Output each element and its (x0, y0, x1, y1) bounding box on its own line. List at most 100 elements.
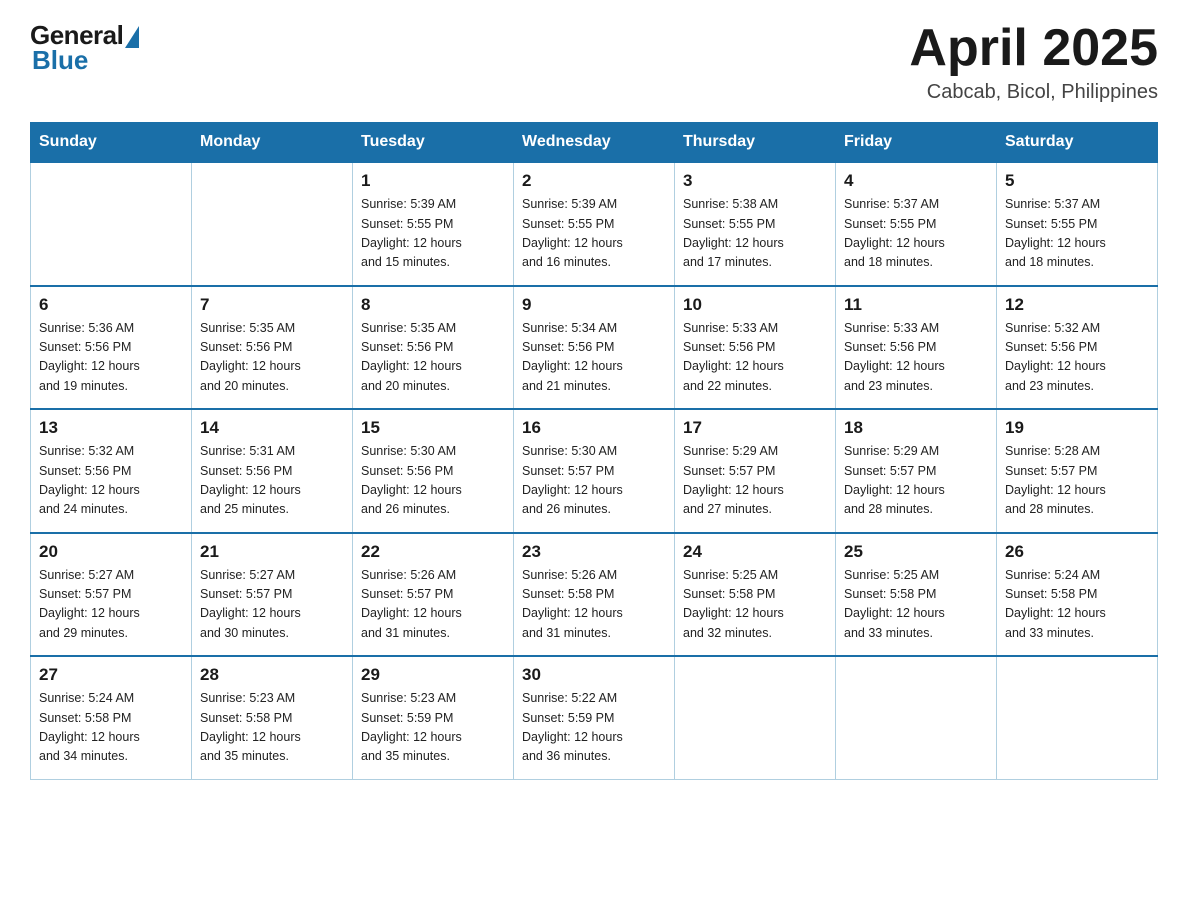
calendar-cell (836, 656, 997, 779)
day-number: 17 (683, 418, 827, 438)
day-number: 24 (683, 542, 827, 562)
calendar-week-row: 27Sunrise: 5:24 AMSunset: 5:58 PMDayligh… (31, 656, 1158, 779)
day-info: Sunrise: 5:35 AMSunset: 5:56 PMDaylight:… (200, 319, 344, 397)
day-info: Sunrise: 5:30 AMSunset: 5:57 PMDaylight:… (522, 442, 666, 520)
day-info: Sunrise: 5:30 AMSunset: 5:56 PMDaylight:… (361, 442, 505, 520)
calendar-day-header: Monday (192, 123, 353, 163)
day-info: Sunrise: 5:25 AMSunset: 5:58 PMDaylight:… (683, 566, 827, 644)
calendar-day-header: Thursday (675, 123, 836, 163)
calendar-cell (997, 656, 1158, 779)
page-header: General Blue April 2025 Cabcab, Bicol, P… (30, 20, 1158, 104)
calendar-week-row: 13 Sunrise: 5:32 AMSunset: 5:56 PMDayligh… (31, 409, 1158, 533)
calendar-cell: 20 Sunrise: 5:27 AMSunset: 5:57 PMDayligh… (31, 533, 192, 657)
calendar-cell (31, 162, 192, 286)
calendar-cell: 9 Sunrise: 5:34 AMSunset: 5:56 PMDaylight… (514, 286, 675, 410)
day-number: 30 (522, 665, 666, 685)
calendar-cell: 15 Sunrise: 5:30 AMSunset: 5:56 PMDayligh… (353, 409, 514, 533)
day-info: Sunrise: 5:22 AMSunset: 5:59 PMDaylight:… (522, 689, 666, 767)
calendar-cell: 10Sunrise: 5:33 AMSunset: 5:56 PMDayligh… (675, 286, 836, 410)
month-title: April 2025 (909, 20, 1158, 77)
logo: General Blue (30, 20, 139, 76)
calendar-cell: 24 Sunrise: 5:25 AMSunset: 5:58 PMDayligh… (675, 533, 836, 657)
calendar-cell (192, 162, 353, 286)
day-number: 26 (1005, 542, 1149, 562)
day-info: Sunrise: 5:25 AMSunset: 5:58 PMDaylight:… (844, 566, 988, 644)
calendar-table: SundayMondayTuesdayWednesdayThursdayFrid… (30, 122, 1158, 780)
calendar-cell: 17Sunrise: 5:29 AMSunset: 5:57 PMDayligh… (675, 409, 836, 533)
day-number: 19 (1005, 418, 1149, 438)
day-info: Sunrise: 5:37 AMSunset: 5:55 PMDaylight:… (1005, 195, 1149, 273)
logo-blue-text: Blue (32, 45, 88, 76)
day-number: 21 (200, 542, 344, 562)
day-info: Sunrise: 5:39 AMSunset: 5:55 PMDaylight:… (522, 195, 666, 273)
calendar-cell: 8 Sunrise: 5:35 AMSunset: 5:56 PMDaylight… (353, 286, 514, 410)
day-info: Sunrise: 5:24 AMSunset: 5:58 PMDaylight:… (1005, 566, 1149, 644)
calendar-week-row: 6 Sunrise: 5:36 AMSunset: 5:56 PMDaylight… (31, 286, 1158, 410)
day-number: 29 (361, 665, 505, 685)
day-number: 12 (1005, 295, 1149, 315)
calendar-cell: 28 Sunrise: 5:23 AMSunset: 5:58 PMDayligh… (192, 656, 353, 779)
calendar-day-header: Wednesday (514, 123, 675, 163)
day-number: 3 (683, 171, 827, 191)
calendar-day-header: Saturday (997, 123, 1158, 163)
day-number: 11 (844, 295, 988, 315)
calendar-cell: 23 Sunrise: 5:26 AMSunset: 5:58 PMDayligh… (514, 533, 675, 657)
day-info: Sunrise: 5:36 AMSunset: 5:56 PMDaylight:… (39, 319, 183, 397)
calendar-cell: 3 Sunrise: 5:38 AMSunset: 5:55 PMDaylight… (675, 162, 836, 286)
day-info: Sunrise: 5:29 AMSunset: 5:57 PMDaylight:… (844, 442, 988, 520)
day-number: 28 (200, 665, 344, 685)
calendar-cell: 13 Sunrise: 5:32 AMSunset: 5:56 PMDayligh… (31, 409, 192, 533)
day-number: 16 (522, 418, 666, 438)
day-info: Sunrise: 5:35 AMSunset: 5:56 PMDaylight:… (361, 319, 505, 397)
day-info: Sunrise: 5:27 AMSunset: 5:57 PMDaylight:… (39, 566, 183, 644)
day-number: 7 (200, 295, 344, 315)
calendar-cell: 1 Sunrise: 5:39 AMSunset: 5:55 PMDaylight… (353, 162, 514, 286)
day-number: 23 (522, 542, 666, 562)
day-number: 15 (361, 418, 505, 438)
day-info: Sunrise: 5:33 AMSunset: 5:56 PMDaylight:… (844, 319, 988, 397)
day-number: 8 (361, 295, 505, 315)
day-info: Sunrise: 5:32 AMSunset: 5:56 PMDaylight:… (39, 442, 183, 520)
calendar-cell: 19 Sunrise: 5:28 AMSunset: 5:57 PMDayligh… (997, 409, 1158, 533)
calendar-cell (675, 656, 836, 779)
title-block: April 2025 Cabcab, Bicol, Philippines (909, 20, 1158, 104)
day-info: Sunrise: 5:34 AMSunset: 5:56 PMDaylight:… (522, 319, 666, 397)
calendar-cell: 30 Sunrise: 5:22 AMSunset: 5:59 PMDayligh… (514, 656, 675, 779)
calendar-cell: 27Sunrise: 5:24 AMSunset: 5:58 PMDayligh… (31, 656, 192, 779)
day-number: 18 (844, 418, 988, 438)
calendar-day-header: Sunday (31, 123, 192, 163)
calendar-day-header: Friday (836, 123, 997, 163)
day-info: Sunrise: 5:28 AMSunset: 5:57 PMDaylight:… (1005, 442, 1149, 520)
day-number: 20 (39, 542, 183, 562)
day-info: Sunrise: 5:23 AMSunset: 5:59 PMDaylight:… (361, 689, 505, 767)
calendar-cell: 16 Sunrise: 5:30 AMSunset: 5:57 PMDayligh… (514, 409, 675, 533)
calendar-week-row: 20 Sunrise: 5:27 AMSunset: 5:57 PMDayligh… (31, 533, 1158, 657)
day-number: 4 (844, 171, 988, 191)
calendar-cell: 18 Sunrise: 5:29 AMSunset: 5:57 PMDayligh… (836, 409, 997, 533)
day-number: 10 (683, 295, 827, 315)
day-number: 1 (361, 171, 505, 191)
calendar-cell: 14Sunrise: 5:31 AMSunset: 5:56 PMDayligh… (192, 409, 353, 533)
calendar-cell: 11 Sunrise: 5:33 AMSunset: 5:56 PMDayligh… (836, 286, 997, 410)
day-info: Sunrise: 5:39 AMSunset: 5:55 PMDaylight:… (361, 195, 505, 273)
day-number: 22 (361, 542, 505, 562)
calendar-cell: 4 Sunrise: 5:37 AMSunset: 5:55 PMDaylight… (836, 162, 997, 286)
day-info: Sunrise: 5:37 AMSunset: 5:55 PMDaylight:… (844, 195, 988, 273)
day-number: 6 (39, 295, 183, 315)
calendar-day-header: Tuesday (353, 123, 514, 163)
day-info: Sunrise: 5:38 AMSunset: 5:55 PMDaylight:… (683, 195, 827, 273)
day-number: 14 (200, 418, 344, 438)
day-info: Sunrise: 5:26 AMSunset: 5:58 PMDaylight:… (522, 566, 666, 644)
day-number: 13 (39, 418, 183, 438)
day-info: Sunrise: 5:32 AMSunset: 5:56 PMDaylight:… (1005, 319, 1149, 397)
logo-triangle-icon (125, 26, 139, 48)
day-info: Sunrise: 5:23 AMSunset: 5:58 PMDaylight:… (200, 689, 344, 767)
day-info: Sunrise: 5:27 AMSunset: 5:57 PMDaylight:… (200, 566, 344, 644)
day-number: 9 (522, 295, 666, 315)
day-number: 25 (844, 542, 988, 562)
location-subtitle: Cabcab, Bicol, Philippines (909, 81, 1158, 104)
calendar-cell: 5Sunrise: 5:37 AMSunset: 5:55 PMDaylight… (997, 162, 1158, 286)
day-number: 27 (39, 665, 183, 685)
calendar-cell: 29 Sunrise: 5:23 AMSunset: 5:59 PMDayligh… (353, 656, 514, 779)
calendar-cell: 21 Sunrise: 5:27 AMSunset: 5:57 PMDayligh… (192, 533, 353, 657)
